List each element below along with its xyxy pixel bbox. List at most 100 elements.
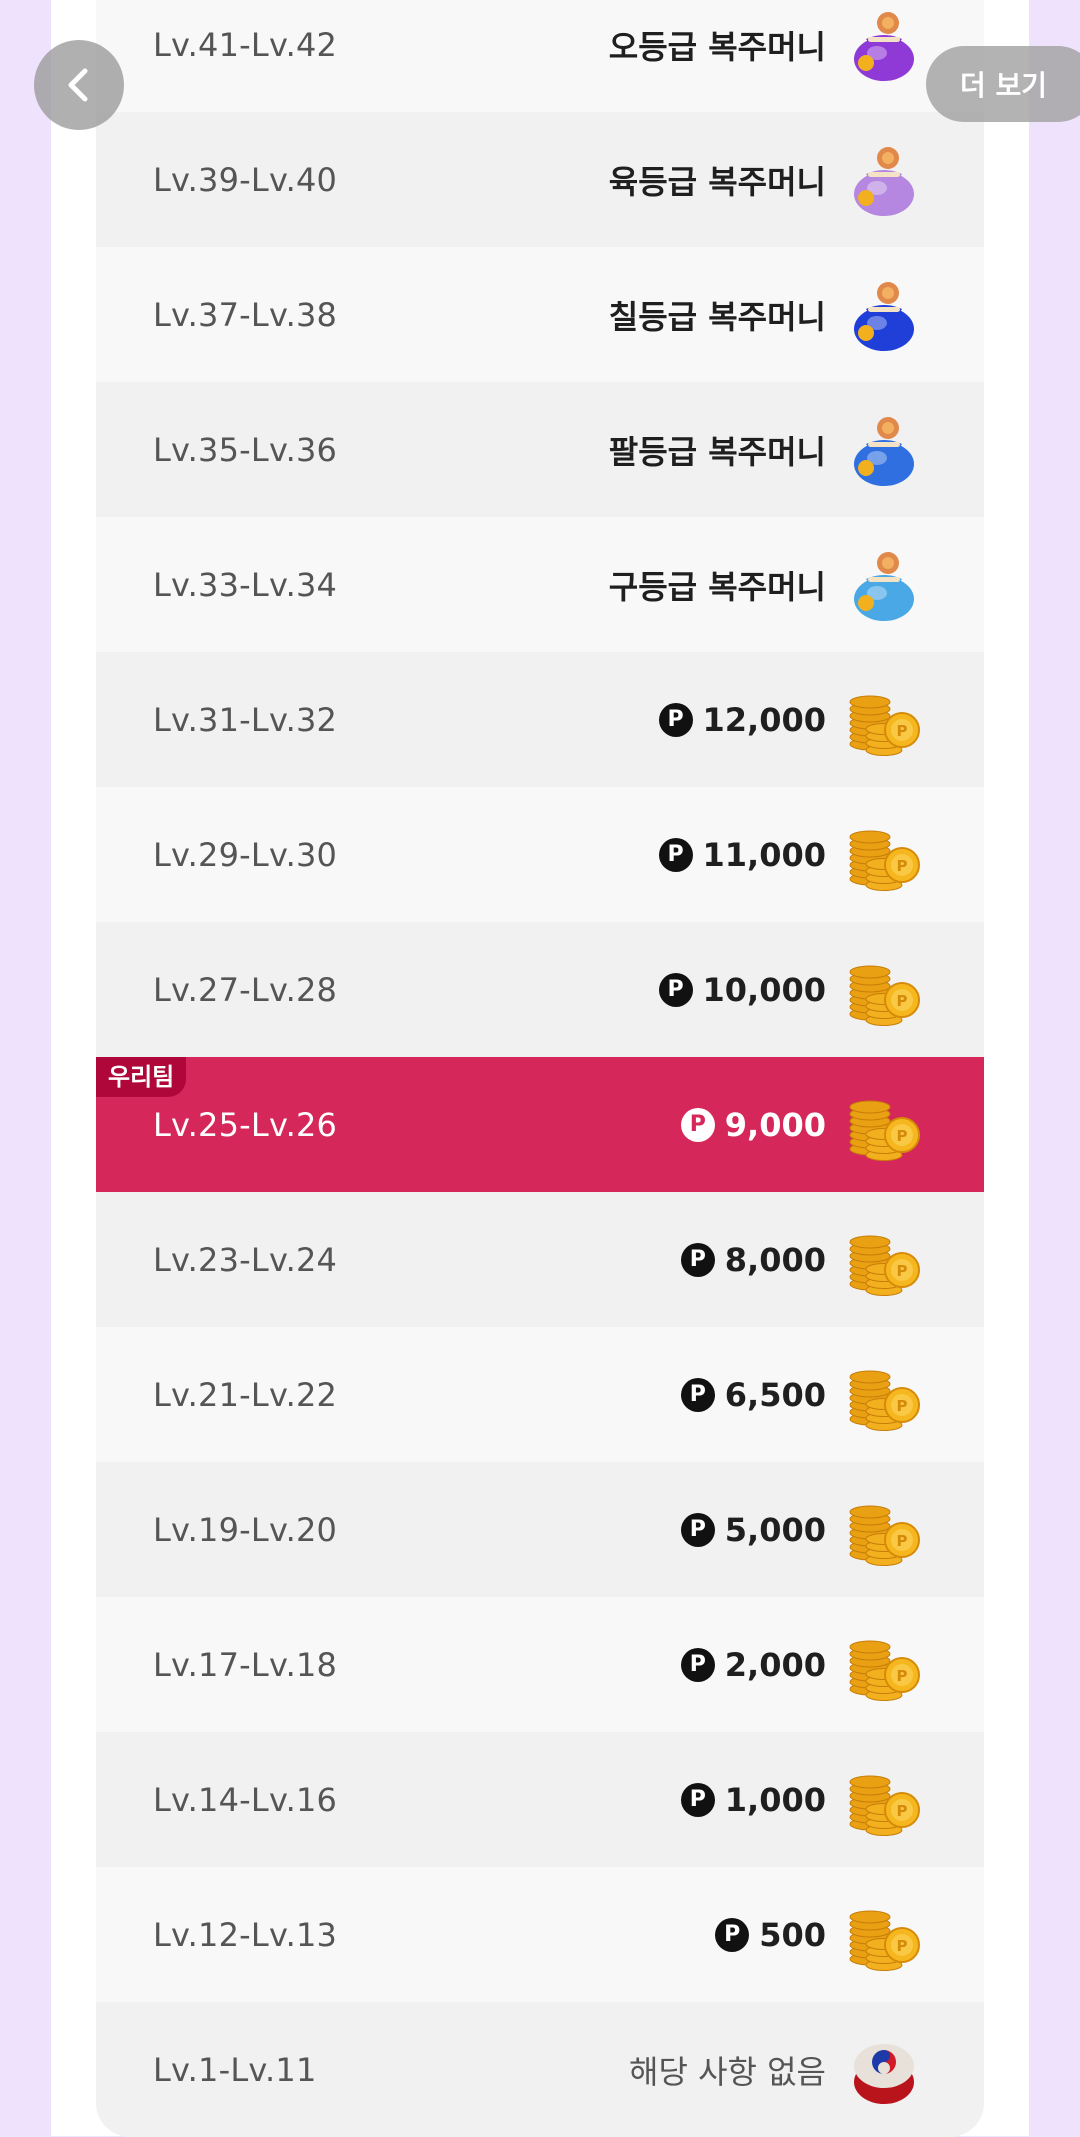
level-range: Lv.39-Lv.40 [153,160,338,199]
reward-label: 8,000 [724,1240,826,1279]
reward-table: Lv.41-Lv.42 오등급 복주머니 Lv.39-Lv.40 육등급 복주머니 Lv… [96,0,984,2137]
reward-row: Lv.23-Lv.24 P 8,000 P [96,1192,984,1327]
lucky-pouch-icon [844,5,924,85]
reward-row: Lv.1-Lv.11 해당 사항 없음 [96,2002,984,2137]
reward-label: 팔등급 복주머니 [608,432,826,471]
reward-value: 육등급 복주머니 [609,157,826,203]
chevron-left-icon [68,68,88,102]
point-icon: P [658,837,693,872]
more-button[interactable]: 더 보기 [926,46,1080,122]
lucky-pouch-icon [844,140,924,220]
coin-stack-icon: P [844,1085,924,1165]
reward-value: 오등급 복주머니 [609,22,826,68]
level-range: Lv.23-Lv.24 [153,1240,338,1279]
svg-text:P: P [897,992,908,1010]
reward-value: P 12,000 [658,700,826,739]
reward-row: Lv.14-Lv.16 P 1,000 P [96,1732,984,1867]
reward-value: P 6,500 [680,1375,826,1414]
point-icon: P [680,1782,715,1817]
coin-stack-icon: P [844,1760,924,1840]
reward-label: 5,000 [724,1510,826,1549]
reward-label: 구등급 복주머니 [608,567,826,606]
point-icon: P [680,1512,715,1547]
level-range: Lv.14-Lv.16 [153,1780,338,1819]
reward-value: 해당 사항 없음 [629,2047,826,2093]
level-range: Lv.29-Lv.30 [153,835,338,874]
level-range: Lv.33-Lv.34 [153,565,338,604]
reward-value: P 2,000 [680,1645,826,1684]
level-range: Lv.12-Lv.13 [153,1915,338,1954]
reward-value: 칠등급 복주머니 [609,292,826,338]
coin-stack-icon: P [844,680,924,760]
reward-value: P 11,000 [658,835,826,874]
reward-row: Lv.37-Lv.38 칠등급 복주머니 [96,247,984,382]
reward-label: 11,000 [702,835,826,874]
svg-text:P: P [897,1532,908,1550]
level-range: Lv.1-Lv.11 [153,2050,317,2089]
reward-row: Lv.29-Lv.30 P 11,000 P [96,787,984,922]
level-range: Lv.27-Lv.28 [153,970,338,1009]
level-range: Lv.37-Lv.38 [153,295,338,334]
reward-label: 칠등급 복주머니 [608,297,826,336]
reward-row: Lv.21-Lv.22 P 6,500 P [96,1327,984,1462]
svg-text:P: P [897,1397,908,1415]
reward-row: Lv.12-Lv.13 P 500 P [96,1867,984,2002]
reward-label: 500 [759,1915,826,1954]
point-icon: P [680,1647,715,1682]
lucky-pouch-icon [844,275,924,355]
reward-value: P 500 [715,1916,826,1954]
reward-value: P 5,000 [680,1510,826,1549]
reward-label: 1,000 [724,1780,826,1819]
lucky-pouch-icon [844,410,924,490]
reward-value: P 9,000 [680,1105,826,1144]
level-range: Lv.31-Lv.32 [153,700,338,739]
reward-value: P 1,000 [680,1780,826,1819]
point-icon: P [658,702,693,737]
reward-label: 6,500 [724,1375,826,1414]
level-range: Lv.25-Lv.26 [153,1105,338,1144]
reward-row: Lv.31-Lv.32 P 12,000 P [96,652,984,787]
reward-label: 10,000 [702,970,826,1009]
level-range: Lv.19-Lv.20 [153,1510,338,1549]
point-icon: P [680,1107,715,1142]
reward-row: Lv.27-Lv.28 P 10,000 P [96,922,984,1057]
point-icon: P [715,1917,750,1952]
reward-value: 팔등급 복주머니 [609,427,826,473]
reward-label: 12,000 [702,700,826,739]
drum-icon [844,2030,924,2110]
point-icon: P [680,1377,715,1412]
reward-value: 구등급 복주머니 [609,562,826,608]
reward-label: 육등급 복주머니 [608,162,826,201]
reward-row: Lv.33-Lv.34 구등급 복주머니 [96,517,984,652]
level-range: Lv.35-Lv.36 [153,430,338,469]
coin-stack-icon: P [844,1895,924,1975]
reward-row: Lv.41-Lv.42 오등급 복주머니 [96,0,984,112]
coin-stack-icon: P [844,1625,924,1705]
reward-row: Lv.17-Lv.18 P 2,000 P [96,1597,984,1732]
svg-text:P: P [897,1802,908,1820]
svg-text:P: P [897,1262,908,1280]
svg-text:P: P [897,1127,908,1145]
coin-stack-icon: P [844,950,924,1030]
coin-stack-icon: P [844,1355,924,1435]
lucky-pouch-icon [844,545,924,625]
svg-text:P: P [897,1937,908,1955]
reward-row: Lv.19-Lv.20 P 5,000 P [96,1462,984,1597]
reward-label: 오등급 복주머니 [608,27,826,66]
point-icon: P [680,1242,715,1277]
reward-label: 9,000 [724,1105,826,1144]
reward-row: Lv.39-Lv.40 육등급 복주머니 [96,112,984,247]
level-range: Lv.41-Lv.42 [153,25,338,64]
team-tag: 우리팀 [96,1057,187,1097]
reward-value: P 8,000 [680,1240,826,1279]
reward-label: 2,000 [724,1645,826,1684]
back-button[interactable] [34,40,124,130]
reward-row: 우리팀 Lv.25-Lv.26 P 9,000 P [96,1057,984,1192]
level-range: Lv.21-Lv.22 [153,1375,338,1414]
reward-value: P 10,000 [658,970,826,1009]
reward-label: 해당 사항 없음 [629,2052,826,2091]
point-icon: P [658,972,693,1007]
level-range: Lv.17-Lv.18 [153,1645,338,1684]
coin-stack-icon: P [844,1490,924,1570]
svg-text:P: P [897,857,908,875]
